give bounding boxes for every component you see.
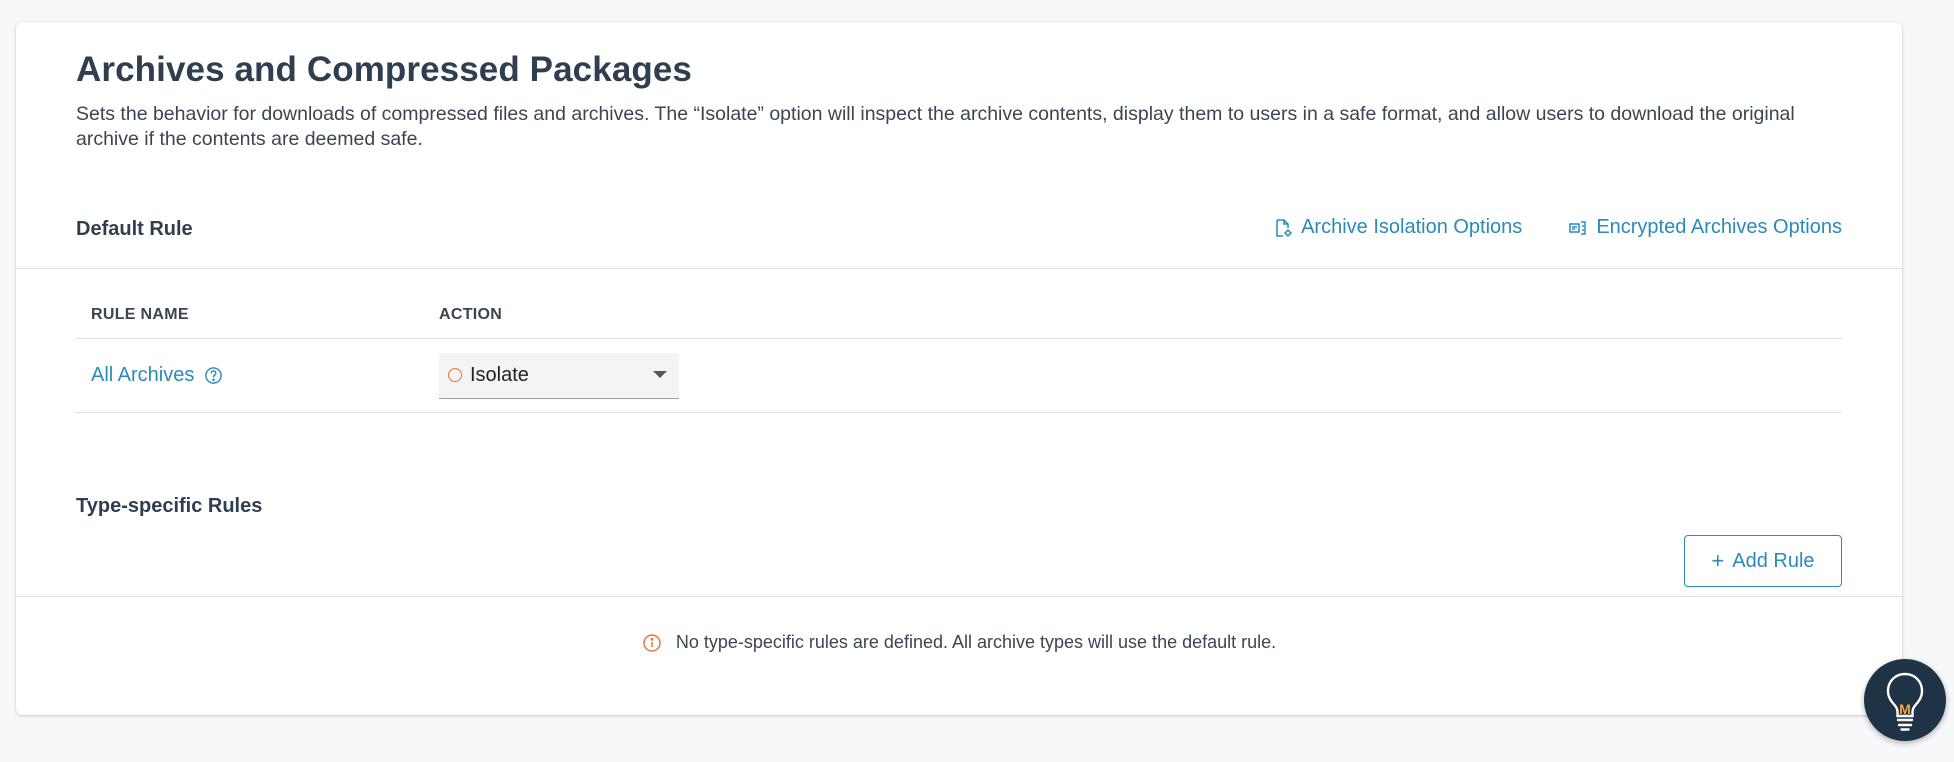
archive-isolation-options-label: Archive Isolation Options <box>1301 216 1523 238</box>
archives-settings-card: Archives and Compressed Packages Sets th… <box>16 22 1902 715</box>
empty-state-text: No type-specific rules are defined. All … <box>675 632 1277 652</box>
rule-name-label: All Archives <box>91 364 195 386</box>
encrypted-archives-options-label: Encrypted Archives Options <box>1596 216 1842 238</box>
default-rule-table: RULE NAME ACTION All Archives Isolate <box>76 292 1842 413</box>
section-divider <box>16 596 1902 597</box>
add-rule-label: Add Rule <box>1732 549 1815 572</box>
page-description: Sets the behavior for downloads of compr… <box>76 103 1795 150</box>
empty-state-message: No type-specific rules are defined. All … <box>16 632 1902 653</box>
encrypted-archive-icon <box>1569 220 1587 235</box>
help-assistant-button[interactable]: M <box>1864 659 1946 741</box>
svg-text:M: M <box>1899 701 1911 717</box>
action-select-value: Isolate <box>470 363 529 386</box>
chevron-down-icon <box>653 370 667 378</box>
archive-isolation-options-link[interactable]: Archive Isolation Options <box>1273 216 1522 239</box>
column-header-rule-name: RULE NAME <box>91 306 189 323</box>
encrypted-archives-options-link[interactable]: Encrypted Archives Options <box>1568 216 1842 239</box>
add-rule-button[interactable]: + Add Rule <box>1684 535 1842 587</box>
section-divider <box>16 268 1902 269</box>
action-select[interactable]: Isolate <box>439 352 679 399</box>
table-header: RULE NAME ACTION <box>76 292 1842 339</box>
plus-icon: + <box>1711 548 1725 573</box>
column-header-action: ACTION <box>439 306 503 323</box>
file-settings-icon <box>1276 218 1292 237</box>
table-row: All Archives Isolate <box>76 339 1842 413</box>
help-circle-icon[interactable] <box>204 366 223 385</box>
default-rule-heading: Default Rule <box>76 218 193 240</box>
lightbulb-help-icon: M <box>1886 672 1924 731</box>
info-icon <box>643 633 661 652</box>
isolate-status-icon <box>448 368 462 382</box>
type-specific-rules-heading: Type-specific Rules <box>76 495 263 517</box>
options-links: Archive Isolation Options Encrypted Arch… <box>1273 216 1842 239</box>
rule-name-link[interactable]: All Archives <box>91 364 439 387</box>
page-title: Archives and Compressed Packages <box>76 50 692 89</box>
